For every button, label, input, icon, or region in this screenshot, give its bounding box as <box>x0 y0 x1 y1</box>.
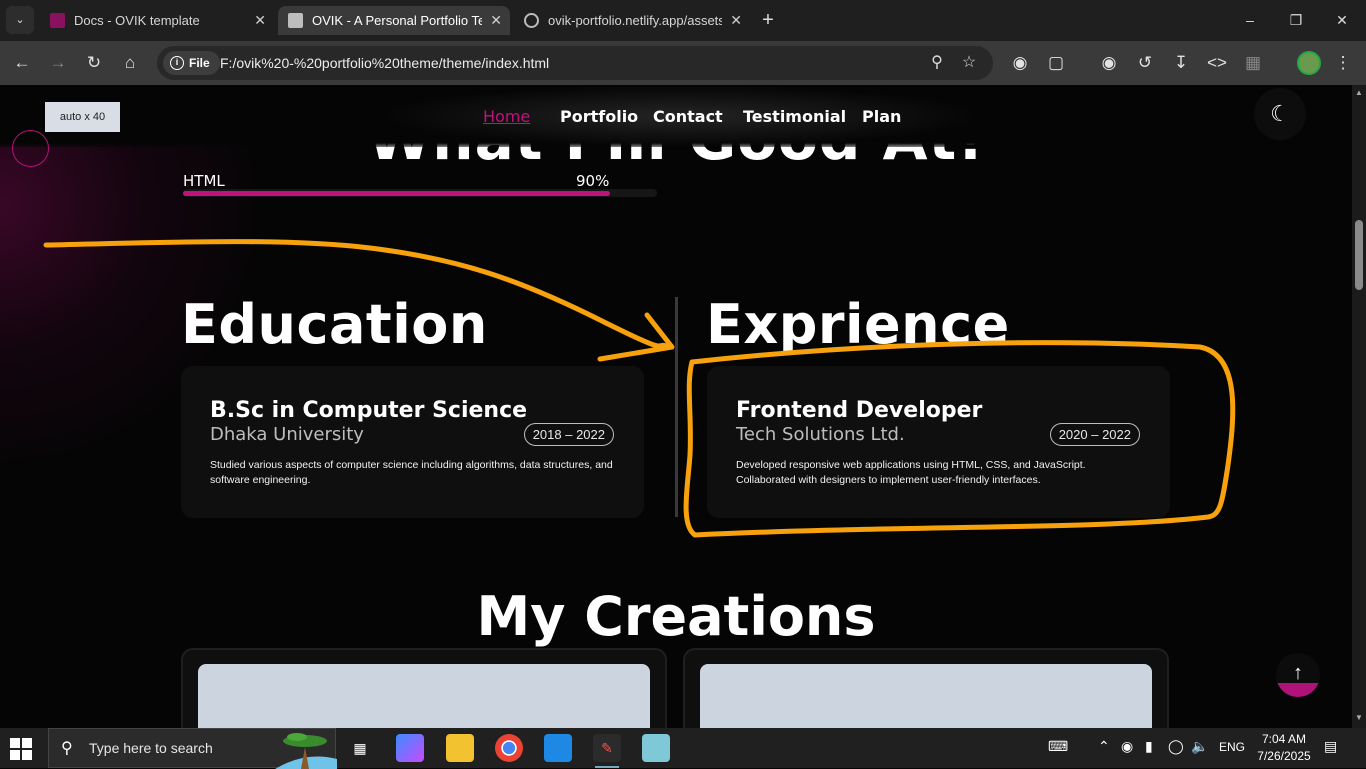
camera-icon[interactable]: ◉ <box>1008 51 1032 75</box>
windows-start-icon[interactable] <box>10 738 32 760</box>
qr-icon[interactable]: ▦ <box>1241 51 1265 75</box>
menu-kebab-icon[interactable]: ⋮ <box>1331 51 1355 75</box>
tab-search-chevron-icon[interactable]: ⌄ <box>6 6 34 34</box>
copilot-icon[interactable] <box>396 734 424 762</box>
code-icon[interactable]: <> <box>1205 51 1229 75</box>
notepad-icon[interactable] <box>642 734 670 762</box>
chrome-icon[interactable] <box>495 734 523 762</box>
ovik-favicon-icon <box>288 13 303 28</box>
restore-icon[interactable]: ❐ <box>1273 0 1319 40</box>
annotation-circle <box>683 340 1236 538</box>
scroll-down-icon[interactable]: ▼ <box>1354 713 1364 723</box>
clock-date: 7/26/2025 <box>1257 749 1311 763</box>
scroll-thumb[interactable] <box>1355 220 1363 290</box>
home-icon[interactable]: ⌂ <box>118 51 142 75</box>
history-icon[interactable]: ↺ <box>1133 51 1157 75</box>
file-explorer-icon[interactable] <box>446 734 474 762</box>
camera-tray-icon[interactable]: ◉ <box>1121 738 1133 755</box>
windows-taskbar: ⚲ Type here to search ▦ ✎ ⌨ ⌃ ◉ ▮ ◯ 🔈 EN… <box>0 728 1366 769</box>
taskbar-clock[interactable]: 7:04 AM 7/26/2025 <box>1254 731 1314 765</box>
network-globe-icon[interactable]: ◯ <box>1168 738 1184 755</box>
new-tab-button[interactable]: + <box>757 6 779 34</box>
url-text[interactable]: F:/ovik%20-%20portfolio%20theme/theme/in… <box>220 46 549 80</box>
tree-illustration-icon <box>275 733 337 769</box>
search-placeholder: Type here to search <box>89 740 213 756</box>
tab-netlify[interactable]: ovik-portfolio.netlify.app/assets ✕ <box>514 6 750 35</box>
zoom-icon[interactable]: ⚲ <box>925 51 949 75</box>
tray-chevron-up-icon[interactable]: ⌃ <box>1098 738 1110 755</box>
incognito-icon[interactable]: ◉ <box>1097 51 1121 75</box>
browser-toolbar: ← → ↻ ⌂ i File F:/ovik%20-%20portfolio%2… <box>0 41 1366 85</box>
task-view-icon[interactable]: ▦ <box>346 734 374 762</box>
close-icon[interactable]: ✕ <box>254 6 266 35</box>
close-icon[interactable]: ✕ <box>490 6 502 35</box>
annotation-arrow-line <box>43 239 673 350</box>
site-info-chip[interactable]: i File <box>163 51 220 75</box>
window-close-icon[interactable]: ✕ <box>1319 0 1365 40</box>
tab-title: Docs - OVIK template <box>74 13 200 28</box>
download-icon[interactable]: ↧ <box>1169 51 1193 75</box>
tab-ovik[interactable]: OVIK - A Personal Portfolio Tem ✕ <box>278 6 510 35</box>
volume-icon[interactable]: 🔈 <box>1191 738 1208 755</box>
clock-time: 7:04 AM <box>1261 732 1307 746</box>
page-viewport: What I'm Good At! Home Portfolio Contact… <box>0 85 1352 728</box>
vscode-icon[interactable] <box>544 734 572 762</box>
battery-icon[interactable]: ▮ <box>1145 738 1153 755</box>
forward-icon[interactable]: → <box>46 51 70 75</box>
address-bar[interactable]: i File F:/ovik%20-%20portfolio%20theme/t… <box>157 46 993 80</box>
snipping-tool-icon[interactable]: ✎ <box>593 734 621 768</box>
browser-tab-bar: ⌄ Docs - OVIK template ✕ OVIK - A Person… <box>0 0 1366 41</box>
taskbar-search-box[interactable]: ⚲ Type here to search <box>48 728 337 769</box>
globe-icon <box>524 13 539 28</box>
tab-title: ovik-portfolio.netlify.app/assets <box>548 13 722 28</box>
profile-avatar[interactable] <box>1297 51 1321 75</box>
close-icon[interactable]: ✕ <box>730 6 742 35</box>
tab-docs[interactable]: Docs - OVIK template ✕ <box>40 6 274 35</box>
tab-title: OVIK - A Personal Portfolio Tem <box>312 13 482 28</box>
notification-icon[interactable]: ▤ <box>1324 738 1337 755</box>
scroll-up-icon[interactable]: ▲ <box>1354 88 1364 98</box>
reload-icon[interactable]: ↻ <box>82 51 106 75</box>
minimize-icon[interactable]: – <box>1227 0 1273 40</box>
keyboard-icon[interactable]: ⌨ <box>1048 738 1068 755</box>
docs-favicon-icon <box>50 13 65 28</box>
search-icon: ⚲ <box>61 740 73 757</box>
annotation-overlay <box>43 239 1236 538</box>
back-icon[interactable]: ← <box>10 51 34 75</box>
language-indicator[interactable]: ENG <box>1219 740 1245 754</box>
page-scrollbar[interactable]: ▲ ▼ <box>1352 85 1366 728</box>
file-label: File <box>189 56 210 70</box>
extensions-icon[interactable]: ▢ <box>1044 51 1068 75</box>
bookmark-star-icon[interactable]: ☆ <box>957 51 981 75</box>
info-icon: i <box>170 56 184 70</box>
